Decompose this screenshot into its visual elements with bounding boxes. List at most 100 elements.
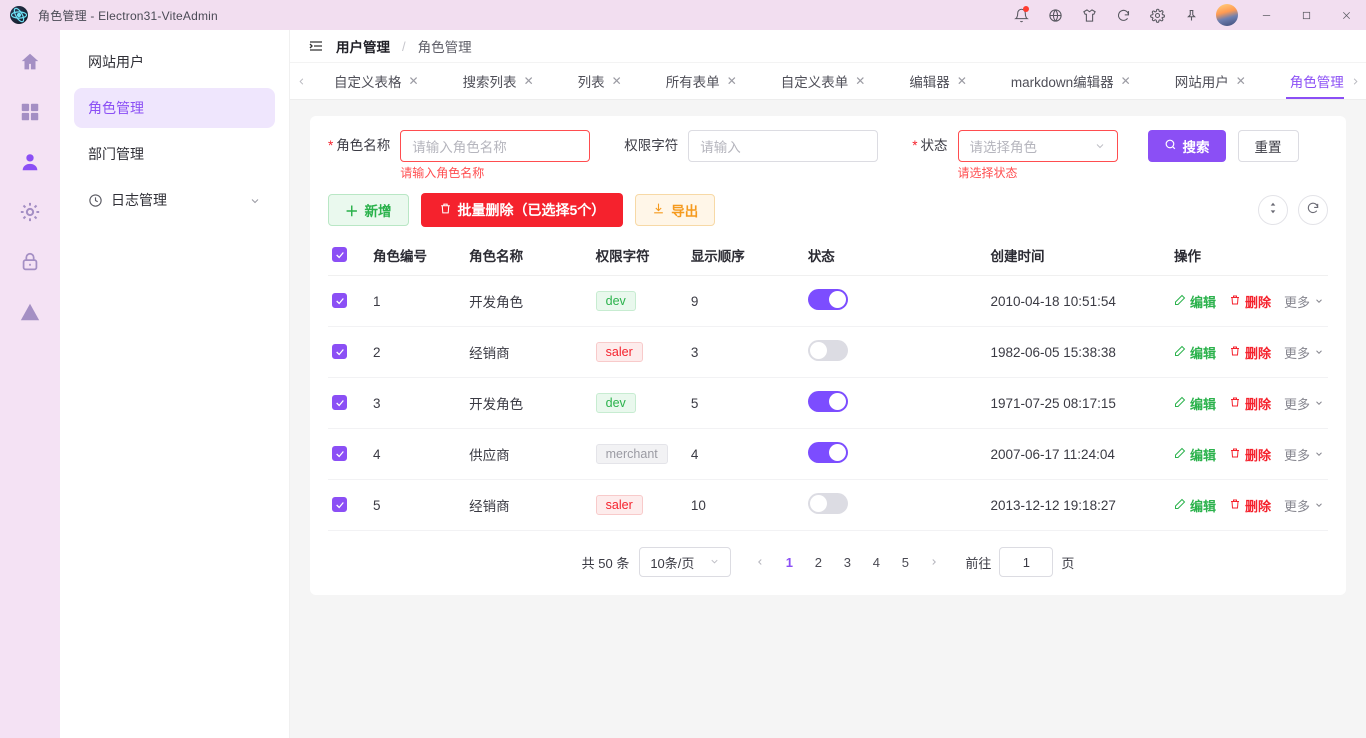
column-order[interactable]: 显示顺序 — [686, 235, 804, 276]
edit-link[interactable]: 编辑 — [1174, 394, 1216, 413]
submenu-item-role-management[interactable]: 角色管理 — [74, 88, 275, 128]
delete-link[interactable]: 删除 — [1229, 394, 1271, 413]
rail-item-dashboard[interactable] — [8, 92, 52, 136]
close-icon[interactable]: ✕ — [957, 74, 967, 88]
page-button-1[interactable]: 1 — [776, 549, 802, 575]
close-button[interactable] — [1326, 0, 1366, 30]
page-size-select[interactable]: 10条/页 — [639, 547, 732, 577]
close-icon[interactable]: ✕ — [1121, 74, 1131, 88]
close-icon[interactable]: ✕ — [612, 74, 622, 88]
prev-page-button[interactable] — [747, 549, 773, 575]
refresh-icon[interactable] — [1106, 0, 1140, 30]
table-refresh-button[interactable] — [1298, 195, 1328, 225]
submenu-item-log-management[interactable]: 日志管理 — [74, 180, 275, 220]
delete-link[interactable]: 删除 — [1229, 292, 1271, 311]
add-button[interactable]: ＋ 新增 — [328, 194, 409, 226]
tab-all-forms[interactable]: 所有表单 ✕ — [644, 63, 759, 99]
close-icon[interactable]: ✕ — [727, 74, 737, 88]
rail-item-settings[interactable] — [8, 192, 52, 236]
cell-operations: 编辑 删除 更多 — [1169, 479, 1328, 531]
edit-link[interactable]: 编辑 — [1174, 496, 1216, 515]
table-row[interactable]: 5 经销商 saler 10 2013-12-12 19:18:27 编辑 删除… — [328, 479, 1328, 531]
role-name-input[interactable]: 请输入角色名称 — [400, 130, 591, 162]
page-button-4[interactable]: 4 — [863, 549, 889, 575]
status-toggle[interactable] — [807, 340, 848, 361]
tab-list[interactable]: 列表 ✕ — [556, 63, 644, 99]
column-status[interactable]: 状态 — [803, 235, 987, 276]
delete-link[interactable]: 删除 — [1229, 343, 1271, 362]
tab-scroll-right-icon[interactable] — [1344, 63, 1366, 99]
globe-icon[interactable] — [1038, 0, 1072, 30]
rail-item-errors[interactable] — [8, 292, 52, 336]
density-button[interactable] — [1258, 195, 1288, 225]
export-button[interactable]: 导出 — [635, 194, 716, 226]
table-row[interactable]: 2 经销商 saler 3 1982-06-05 15:38:38 编辑 删除 … — [328, 326, 1328, 378]
perm-key-input[interactable]: 请输入 — [688, 130, 879, 162]
row-checkbox[interactable] — [332, 395, 347, 411]
minimize-button[interactable] — [1246, 0, 1286, 30]
submenu-item-site-users[interactable]: 网站用户 — [74, 42, 275, 82]
column-perm-key[interactable]: 权限字符 — [591, 235, 687, 276]
reset-button[interactable]: 重置 — [1237, 130, 1299, 162]
row-checkbox[interactable] — [332, 497, 347, 513]
status-toggle[interactable] — [807, 493, 848, 514]
select-all-checkbox[interactable] — [332, 247, 347, 263]
gear-icon[interactable] — [1140, 0, 1174, 30]
tab-scroll-left-icon[interactable] — [290, 63, 312, 99]
edit-link[interactable]: 编辑 — [1174, 445, 1216, 464]
rail-item-permissions[interactable] — [8, 242, 52, 286]
edit-link[interactable]: 编辑 — [1174, 343, 1216, 362]
edit-link[interactable]: 编辑 — [1174, 292, 1216, 311]
tab-editor[interactable]: 编辑器 ✕ — [887, 63, 989, 99]
next-page-button[interactable] — [921, 549, 947, 575]
tab-custom-form[interactable]: 自定义表单 ✕ — [759, 63, 888, 99]
search-button[interactable]: 搜索 — [1147, 130, 1226, 162]
close-icon[interactable]: ✕ — [1236, 74, 1246, 88]
close-icon[interactable]: ✕ — [855, 74, 865, 88]
cell-order: 10 — [686, 479, 804, 531]
submenu-item-department-management[interactable]: 部门管理 — [74, 134, 275, 174]
rail-item-users[interactable] — [8, 142, 52, 186]
close-icon[interactable]: ✕ — [524, 74, 534, 88]
status-toggle[interactable] — [807, 391, 848, 412]
status-select[interactable]: 请选择角色 — [957, 130, 1118, 162]
page-button-2[interactable]: 2 — [805, 549, 831, 575]
more-link[interactable]: 更多 — [1284, 445, 1324, 464]
tab-site-users[interactable]: 网站用户 ✕ — [1153, 63, 1268, 99]
batch-delete-button[interactable]: 批量删除（已选择5个） — [420, 193, 624, 227]
page-button-3[interactable]: 3 — [834, 549, 860, 575]
tab-search-list[interactable]: 搜索列表 ✕ — [441, 63, 556, 99]
more-link[interactable]: 更多 — [1284, 292, 1324, 311]
table-row[interactable]: 4 供应商 merchant 4 2007-06-17 11:24:04 编辑 … — [328, 428, 1328, 480]
column-created[interactable]: 创建时间 — [986, 235, 1170, 276]
row-checkbox[interactable] — [332, 446, 347, 462]
delete-link[interactable]: 删除 — [1229, 445, 1271, 464]
menu-collapse-icon[interactable] — [308, 38, 324, 54]
tab-markdown-editor[interactable]: markdown编辑器 ✕ — [989, 63, 1153, 99]
column-role-id[interactable]: 角色编号 — [369, 235, 466, 276]
avatar[interactable] — [1216, 4, 1238, 26]
pin-icon[interactable] — [1174, 0, 1208, 30]
table-row[interactable]: 1 开发角色 dev 9 2010-04-18 10:51:54 编辑 删除 更… — [328, 275, 1328, 327]
page-button-5[interactable]: 5 — [892, 549, 918, 575]
select-all-header — [328, 235, 370, 276]
table-row[interactable]: 3 开发角色 dev 5 1971-07-25 08:17:15 编辑 删除 更… — [328, 377, 1328, 429]
jump-input[interactable]: 1 — [999, 547, 1054, 577]
more-link[interactable]: 更多 — [1284, 394, 1324, 413]
maximize-button[interactable] — [1286, 0, 1326, 30]
delete-link[interactable]: 删除 — [1229, 496, 1271, 515]
status-toggle[interactable] — [807, 289, 848, 310]
row-checkbox[interactable] — [332, 344, 347, 360]
status-toggle[interactable] — [807, 442, 848, 463]
more-link[interactable]: 更多 — [1284, 496, 1324, 515]
tab-custom-table[interactable]: 自定义表格 ✕ — [312, 63, 441, 99]
close-icon[interactable]: ✕ — [409, 74, 419, 88]
more-link[interactable]: 更多 — [1284, 343, 1324, 362]
breadcrumb-parent[interactable]: 用户管理 — [336, 36, 390, 56]
theme-shirt-icon[interactable] — [1072, 0, 1106, 30]
tab-role-management[interactable]: 角色管理 ✕ — [1268, 63, 1344, 99]
column-role-name[interactable]: 角色名称 — [465, 235, 592, 276]
rail-item-home[interactable] — [8, 42, 52, 86]
bell-icon[interactable] — [1004, 0, 1038, 30]
row-checkbox[interactable] — [332, 293, 347, 309]
